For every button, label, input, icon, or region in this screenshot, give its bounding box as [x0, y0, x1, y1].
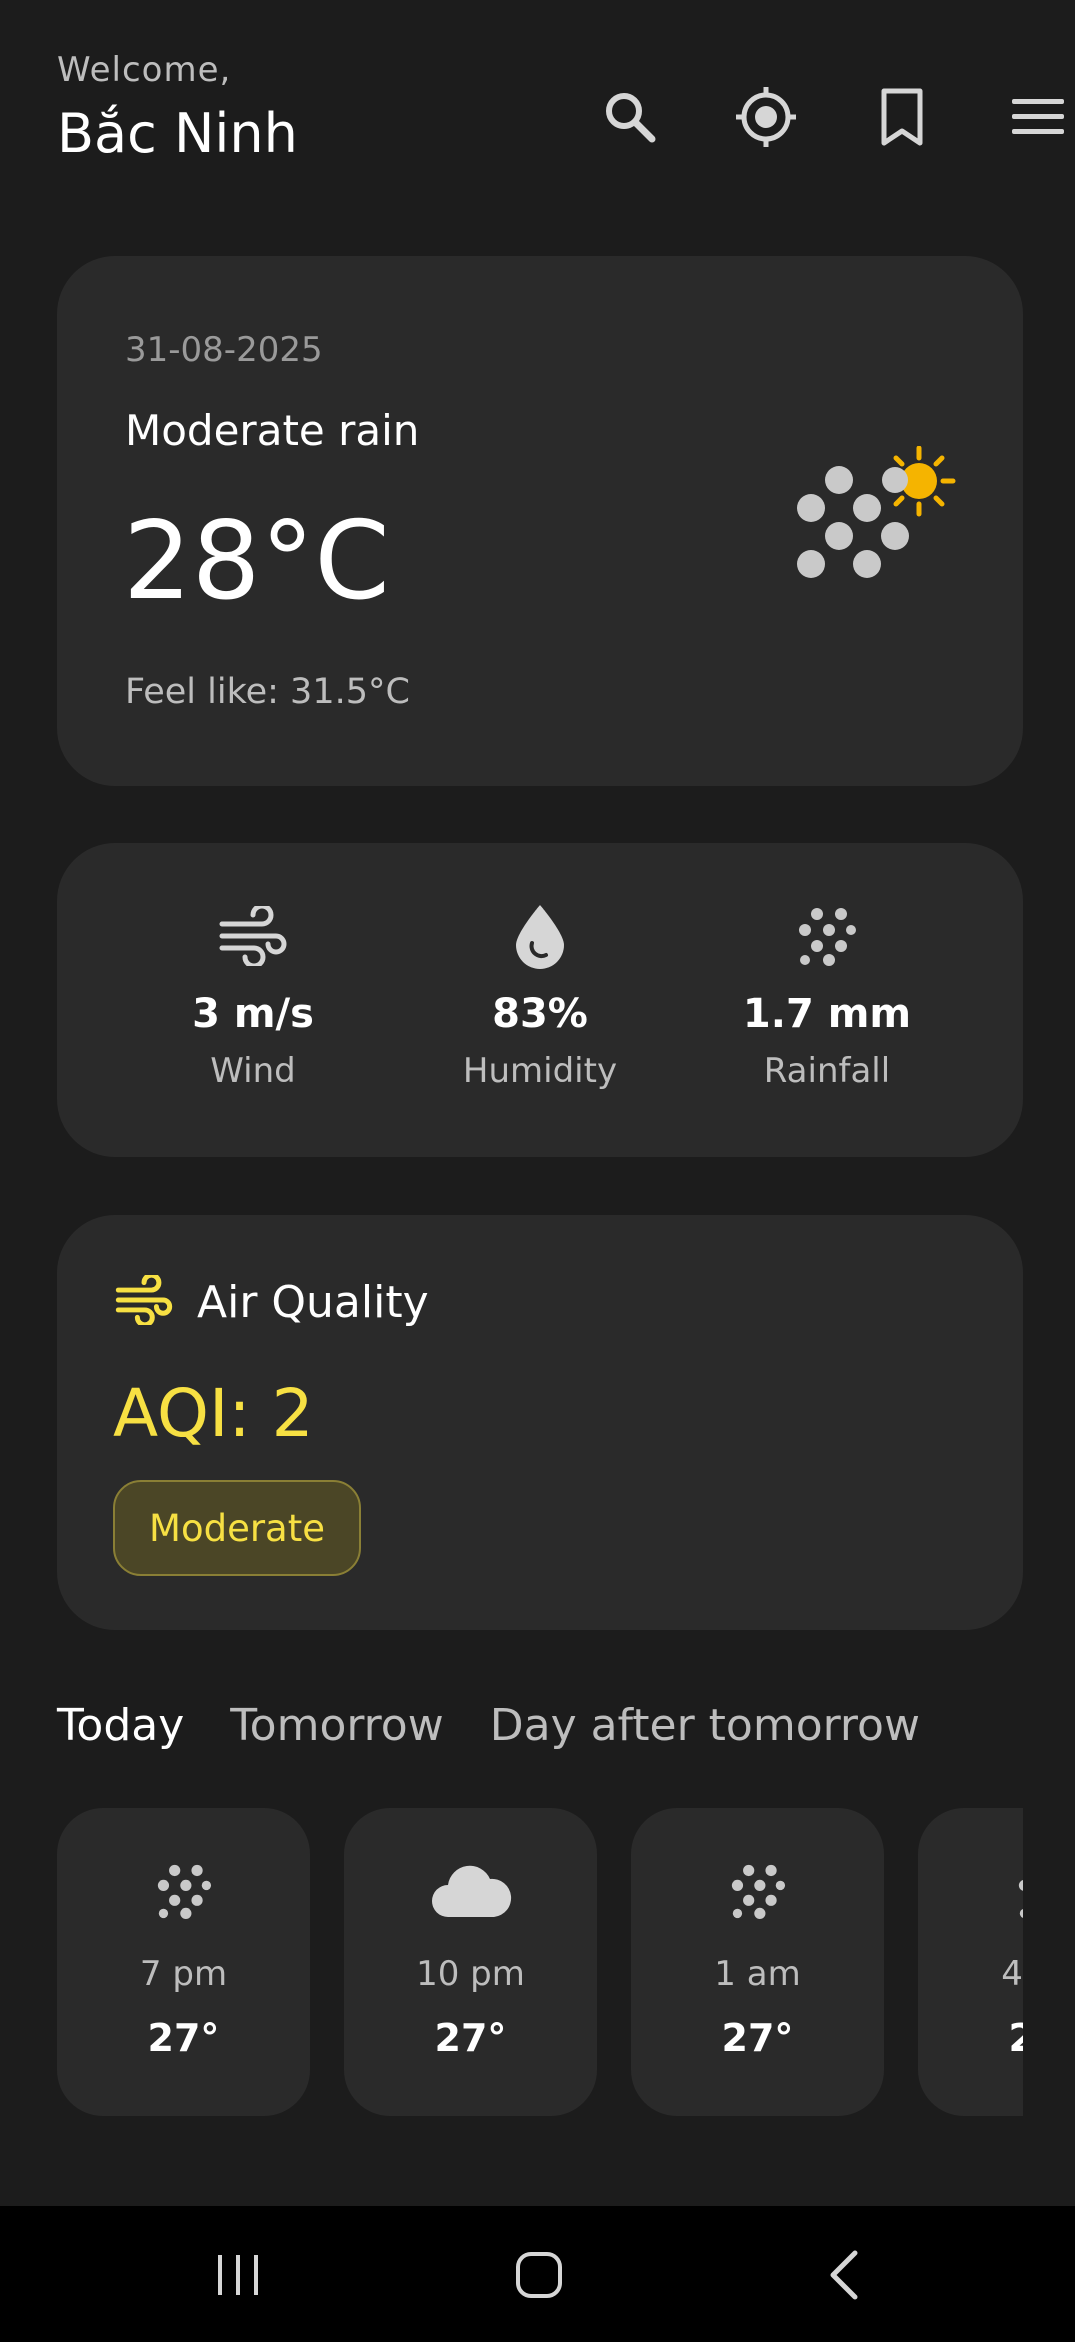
wind-label: Wind [210, 1051, 296, 1091]
header: Welcome, Bắc Ninh [57, 50, 298, 165]
back-icon[interactable] [808, 2240, 878, 2310]
air-quality-title: Air Quality [197, 1276, 429, 1328]
humidity-label: Humidity [462, 1051, 618, 1091]
rainfall-stat: 1.7 mm Rainfall [677, 901, 977, 1091]
cloud-icon [344, 1856, 597, 1926]
air-quality-card[interactable]: Air Quality AQI: 2 Moderate [57, 1215, 1023, 1630]
tab-today[interactable]: Today [57, 1700, 184, 1751]
current-temperature: 28°C [123, 499, 390, 624]
hourly-item[interactable]: 1 am 27° [631, 1808, 884, 2116]
rain-dots-icon [57, 1856, 310, 1926]
menu-icon[interactable] [1003, 82, 1073, 152]
current-weather-card: 31-08-2025 Moderate rain 28°C Feel like:… [57, 256, 1023, 786]
weather-condition: Moderate rain [125, 406, 420, 455]
humidity-value: 83% [492, 991, 588, 1037]
hourly-time: 4 am [1001, 1954, 1023, 1994]
hourly-temp: 27° [721, 2016, 794, 2060]
rain-dots-icon [677, 901, 977, 971]
rainfall-value: 1.7 mm [742, 991, 912, 1037]
header-actions [595, 82, 1075, 152]
hourly-time: 10 pm [416, 1954, 525, 1994]
hourly-forecast-list[interactable]: 7 pm 27° 10 pm 27° 1 am 27° 4 2 [57, 1808, 1023, 2120]
hourly-item[interactable]: 10 pm 27° [344, 1808, 597, 2116]
drop-icon [390, 901, 690, 971]
my-location-icon[interactable] [731, 82, 801, 152]
hourly-temp: 27° [434, 2016, 507, 2060]
aqi-level-badge: Moderate [113, 1480, 361, 1576]
hourly-time: 1 am [714, 1954, 801, 1994]
recent-apps-icon[interactable] [203, 2240, 273, 2310]
wind-value: 3 m/s [192, 991, 314, 1037]
humidity-stat: 83% Humidity [390, 901, 690, 1091]
rain-sun-icon [797, 445, 957, 586]
wind-icon [103, 901, 403, 971]
weather-stats-card: 3 m/s Wind 83% Humidity 1.7 mm Rainfall [57, 843, 1023, 1157]
hourly-temp: 27° [147, 2016, 220, 2060]
search-icon[interactable] [595, 82, 665, 152]
hourly-time: 7 pm [139, 1954, 228, 1994]
air-quality-wind-icon [115, 1272, 173, 1329]
home-icon[interactable] [504, 2240, 574, 2310]
tab-day-after-tomorrow[interactable]: Day after tomorrow [490, 1700, 920, 1751]
system-navigation-bar [0, 2206, 1075, 2342]
rain-dots-icon [918, 1856, 1023, 1926]
hourly-item[interactable]: 4 am 27° [918, 1808, 1023, 2116]
city-name: Bắc Ninh [57, 102, 298, 165]
welcome-text: Welcome, [57, 50, 232, 90]
forecast-day-tabs: Today Tomorrow Day after tomorrow [57, 1700, 966, 1751]
rainfall-label: Rainfall [763, 1051, 891, 1091]
air-quality-header: Air Quality [115, 1272, 429, 1329]
rain-dots-icon [631, 1856, 884, 1926]
wind-stat: 3 m/s Wind [103, 901, 403, 1091]
hourly-temp: 27° [1008, 2016, 1023, 2060]
aqi-value: AQI: 2 [113, 1375, 314, 1452]
current-date: 31-08-2025 [125, 330, 323, 370]
bookmark-icon[interactable] [867, 82, 937, 152]
hourly-item[interactable]: 7 pm 27° [57, 1808, 310, 2116]
tab-tomorrow[interactable]: Tomorrow [230, 1700, 443, 1751]
feels-like: Feel like: 31.5°C [125, 672, 410, 712]
